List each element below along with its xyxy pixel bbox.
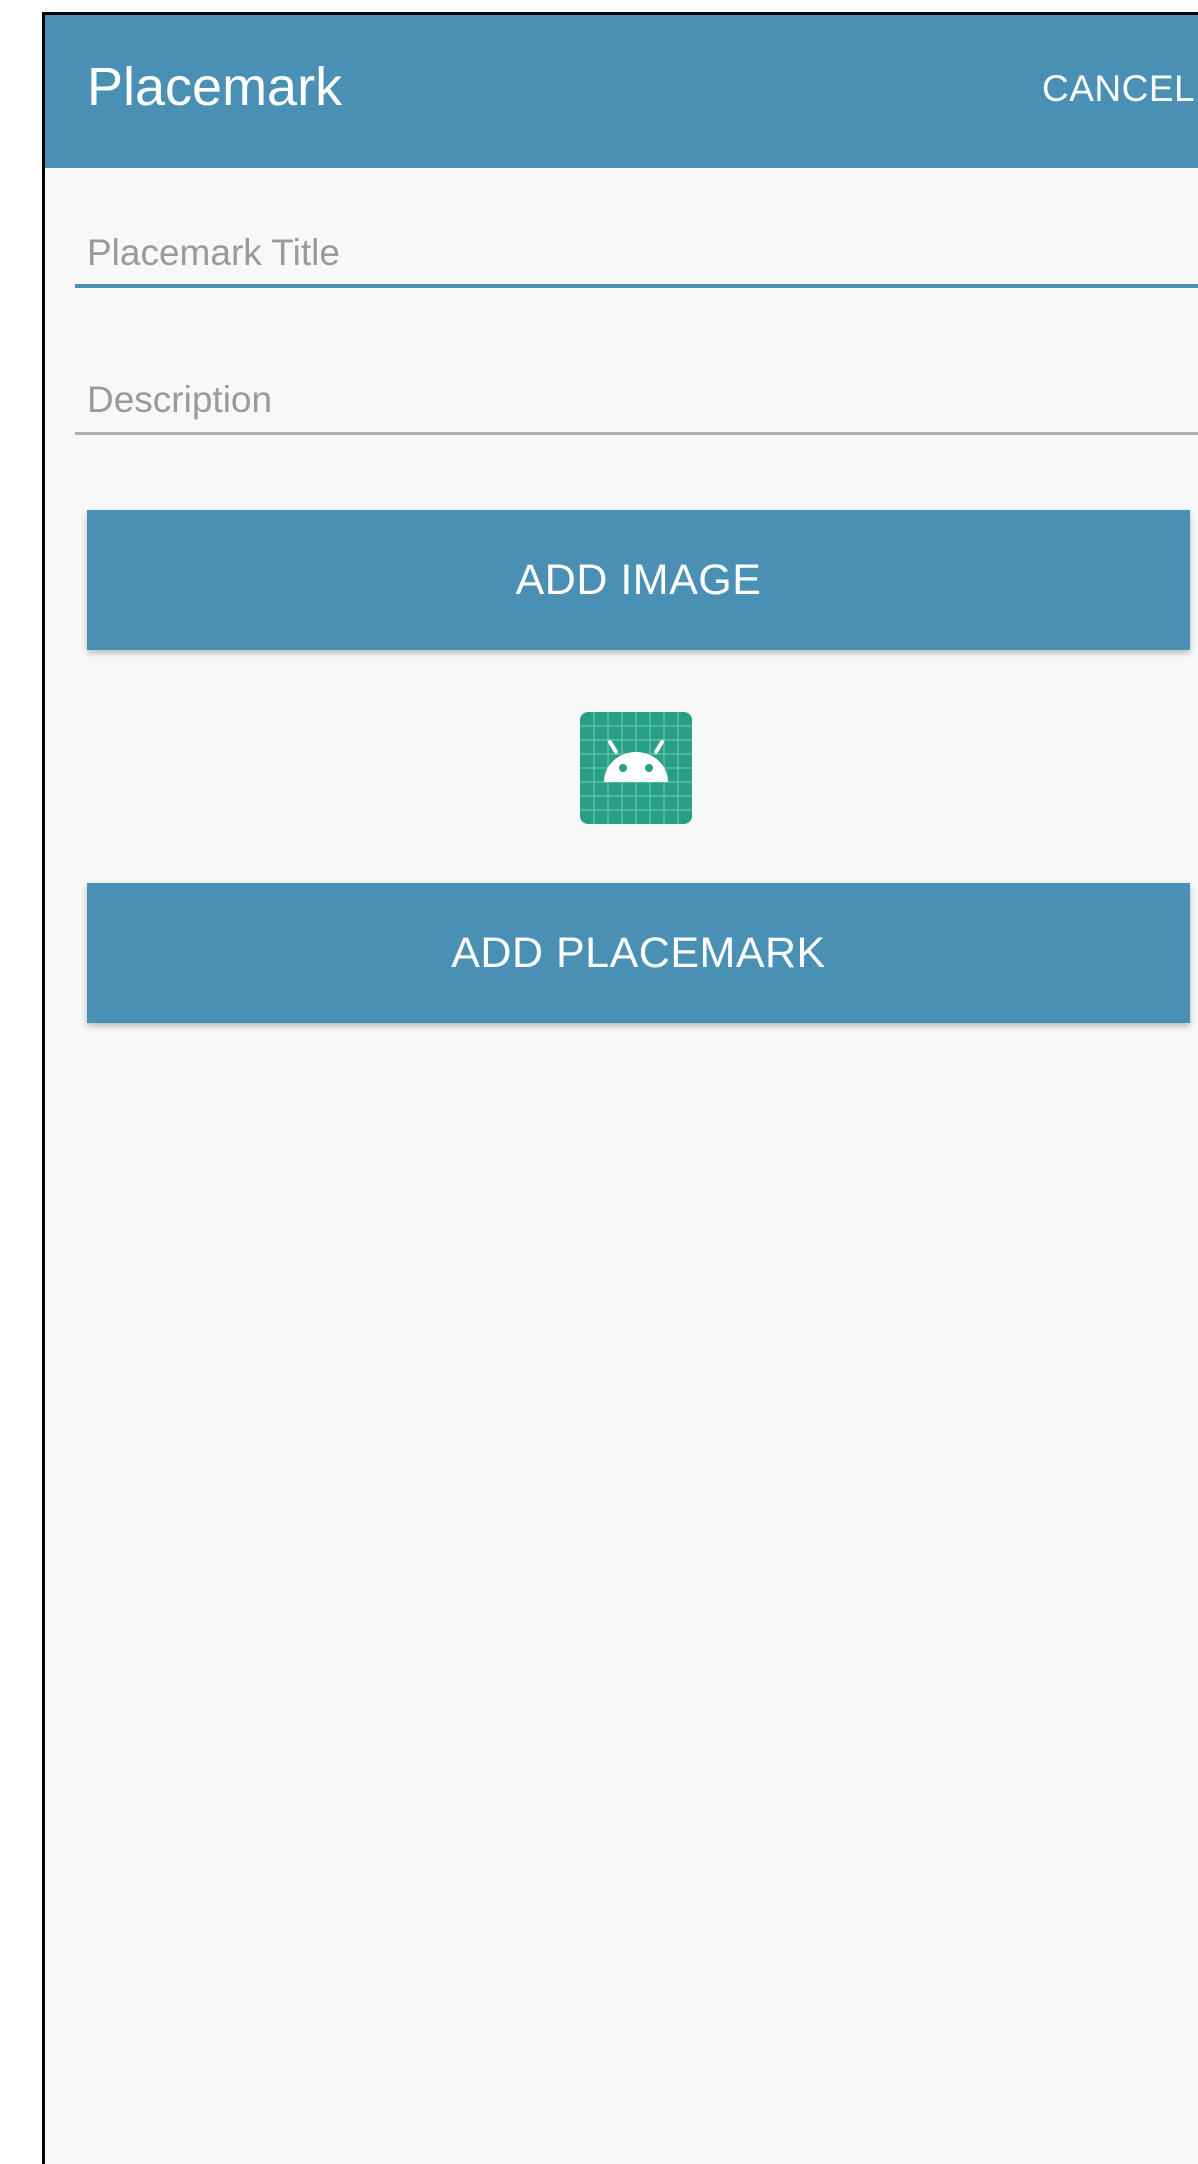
- cancel-button[interactable]: CANCEL: [1042, 67, 1195, 111]
- placemark-title-input[interactable]: [75, 218, 1198, 288]
- app-bar: Placemark CANCEL: [45, 15, 1198, 168]
- add-image-button[interactable]: ADD IMAGE: [87, 510, 1190, 650]
- description-input[interactable]: [75, 365, 1198, 435]
- title-field-underline: [75, 284, 1198, 288]
- placemark-image-preview: [580, 712, 692, 824]
- app-screen: Placemark CANCEL ADD IMAGE: [42, 12, 1198, 2164]
- android-icon: [580, 712, 692, 824]
- add-placemark-button[interactable]: ADD PLACEMARK: [87, 883, 1190, 1023]
- description-field-underline: [75, 432, 1198, 435]
- app-title: Placemark: [87, 57, 343, 117]
- placemark-title-field: [75, 218, 1198, 288]
- description-field: [75, 365, 1198, 435]
